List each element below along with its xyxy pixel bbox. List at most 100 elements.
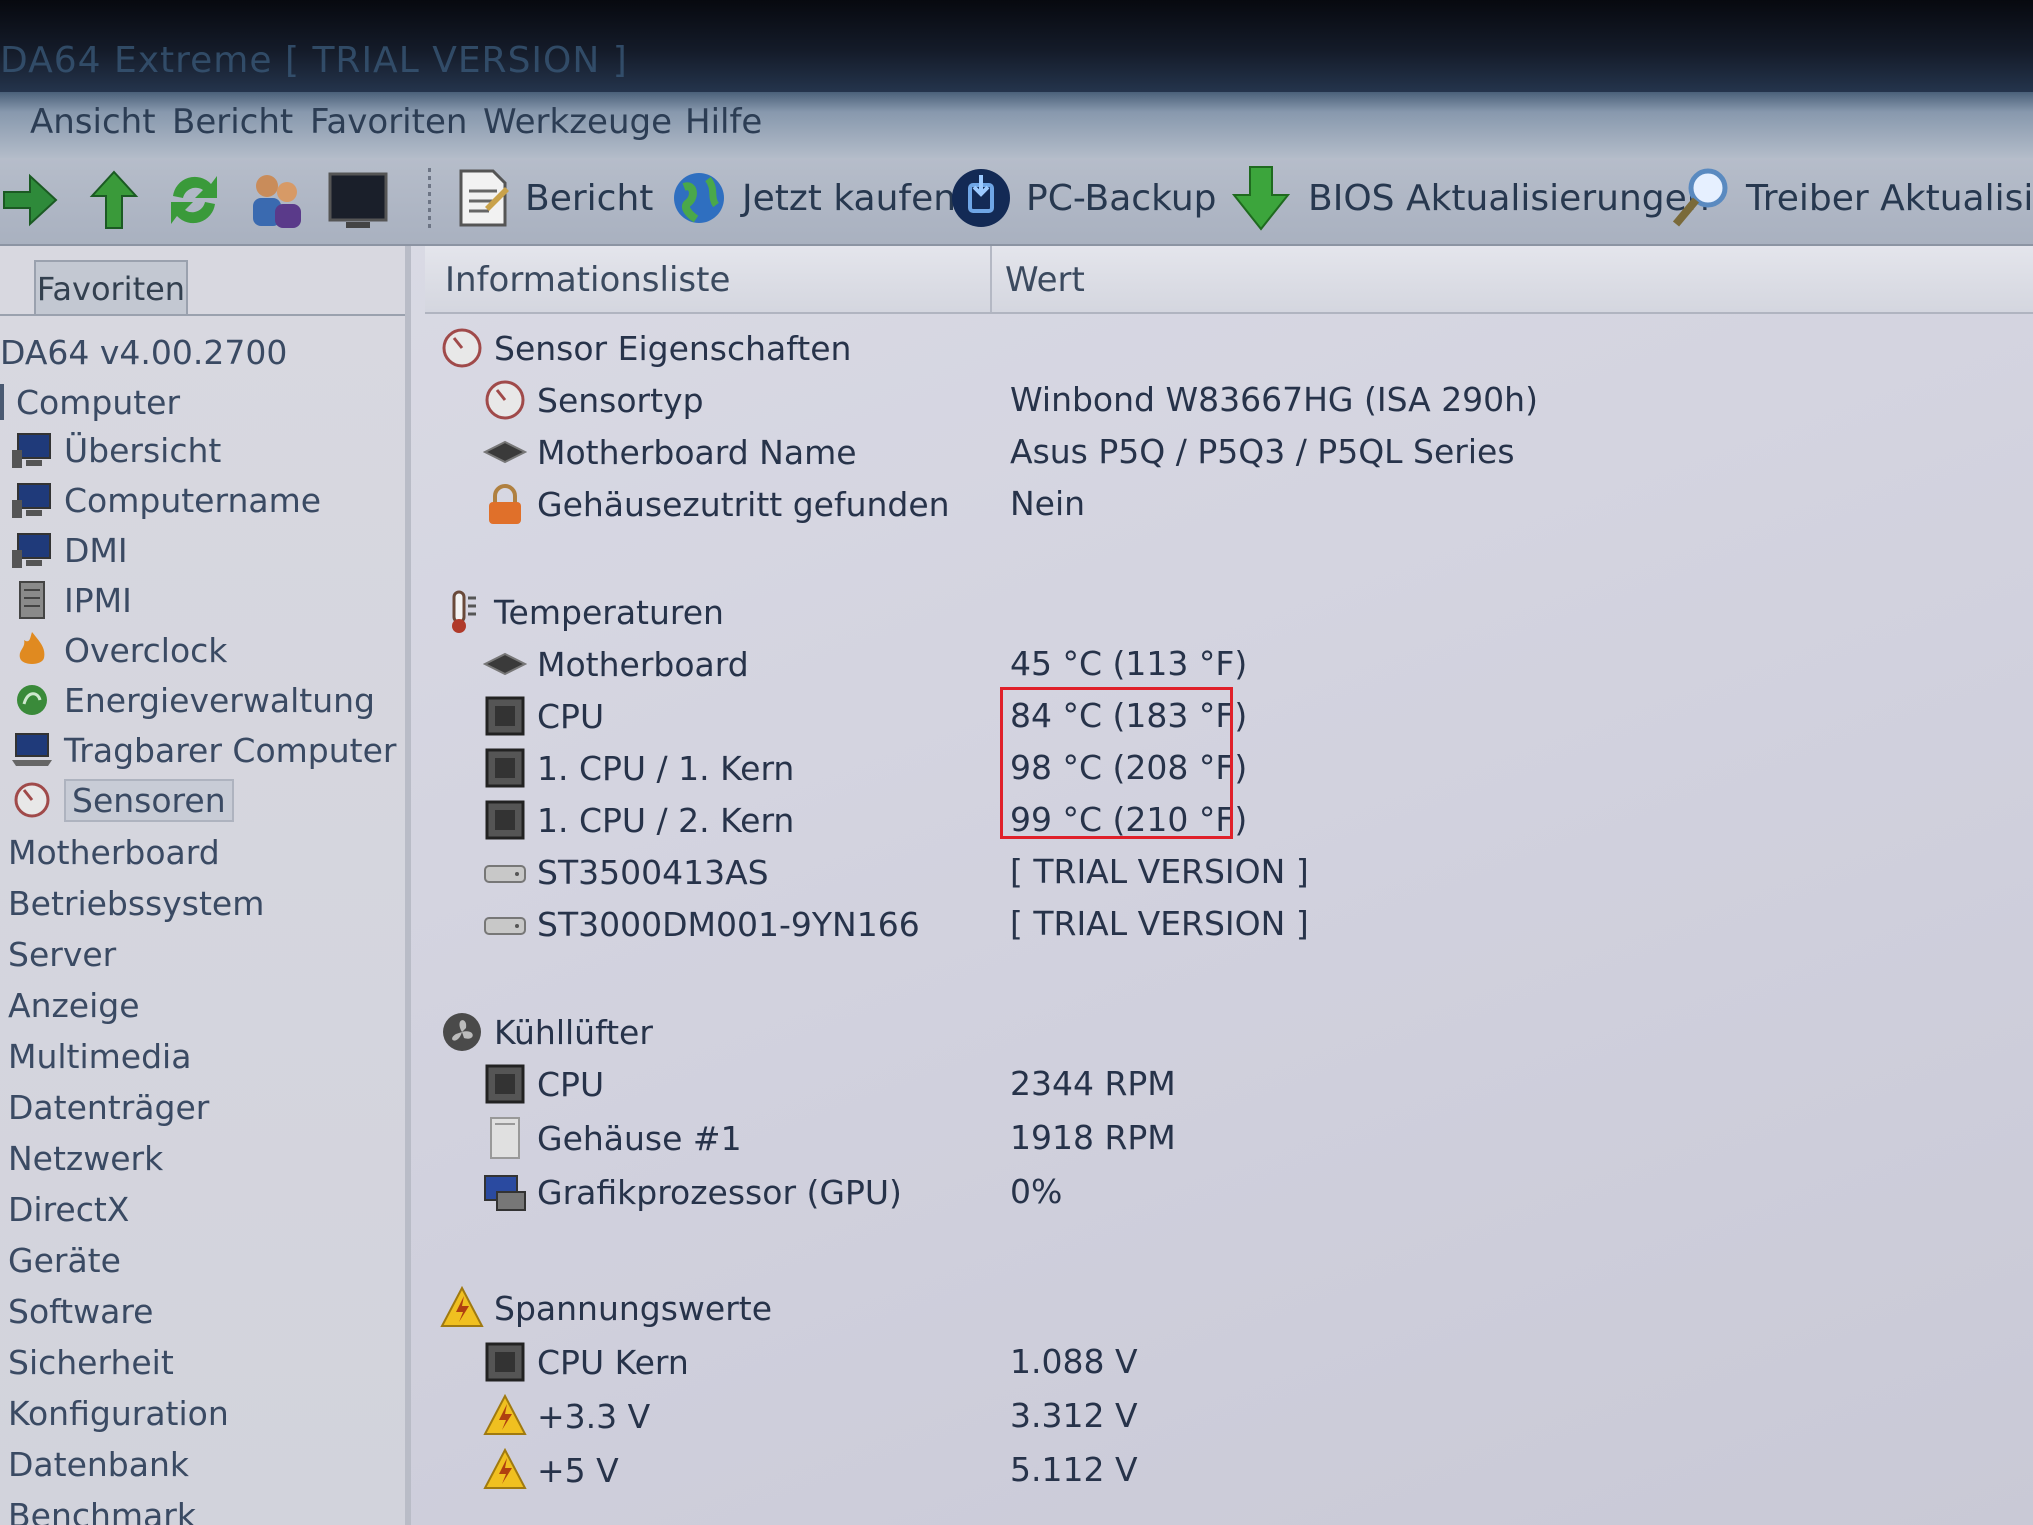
pc-backup-button[interactable]: PC-Backup [950,166,1217,230]
report-button[interactable]: Bericht [455,166,653,230]
section-temperatures[interactable]: Temperaturen [425,586,2033,638]
tree-item-netzwerk[interactable]: Netzwerk [8,1136,163,1180]
tree-item-datenbank[interactable]: Datenbank [8,1442,189,1486]
item-value: 1.088 V [1010,1342,1138,1381]
hard-drive-icon [484,865,526,883]
list-item[interactable]: Grafikprozessor (GPU) 0% [425,1166,2033,1218]
download-arrow-icon [1231,166,1291,231]
tree-item-label: Datenträger [8,1087,210,1127]
tree-item-uebersicht[interactable]: Übersicht [10,428,221,472]
list-item[interactable]: Motherboard 45 °C (113 °F) [425,638,2033,690]
section-sensor-props[interactable]: Sensor Eigenschaften [425,322,2033,374]
list-item[interactable]: CPU Kern 1.088 V [425,1336,2033,1388]
tree-item-dmi[interactable]: DMI [10,528,128,572]
section-title: Spannungswerte [494,1288,773,1328]
cpu-chip-icon [485,1342,525,1382]
motherboard-icon [483,652,527,676]
tree-item-label: Konfiguration [8,1393,229,1433]
list-item[interactable]: +3.3 V 3.312 V [425,1390,2033,1442]
computer-icon [12,433,51,468]
item-value: 3.312 V [1010,1396,1138,1435]
tree-item-computer[interactable]: Computer [0,380,180,424]
driver-update-button[interactable]: Treiber Aktualisierun [1668,166,2033,230]
window-title: DA64 Extreme [ TRIAL VERSION ] [0,40,628,81]
tree-item-label: Datenbank [8,1444,189,1484]
item-label: CPU [537,696,605,736]
buy-now-label: Jetzt kaufen [742,177,957,219]
list-item[interactable]: CPU 2344 RPM [425,1058,2033,1110]
tab-divider [0,314,405,316]
gpu-icon [484,1175,526,1211]
magnifier-icon [1672,168,1728,227]
section-title: Temperaturen [494,592,724,632]
tree-item-label: DMI [64,530,128,570]
tree-item-multimedia[interactable]: Multimedia [8,1034,191,1078]
tree-item-directx[interactable]: DirectX [8,1187,129,1231]
menu-hilfe[interactable]: Hilfe [685,102,762,142]
tree-item-anzeige[interactable]: Anzeige [8,983,140,1027]
item-label: +5 V [537,1450,619,1490]
tree-item-datentraeger[interactable]: Datenträger [8,1085,209,1129]
up-arrow-icon[interactable] [88,168,140,236]
tree-item-motherboard[interactable]: Motherboard [8,830,220,874]
list-item[interactable]: Sensortyp Winbond W83667HG (ISA 290h) [425,374,2033,426]
list-item[interactable]: Gehäusezutritt gefunden Nein [425,478,2033,530]
tree-item-tragbarer-computer[interactable]: Tragbarer Computer [10,728,396,772]
tree-line-icon [0,384,4,420]
computer-icon [12,483,51,518]
tree-item-label: Computer [16,382,181,422]
tree-item-label: Benchmark [8,1495,196,1525]
refresh-icon[interactable] [165,168,223,236]
tree-item-sicherheit[interactable]: Sicherheit [8,1340,174,1384]
monitor-icon[interactable] [326,168,390,236]
item-label: Grafikprozessor (GPU) [537,1172,902,1212]
forward-arrow-icon[interactable] [0,168,60,236]
list-item[interactable]: Gehäuse #1 1918 RPM [425,1112,2033,1164]
column-info[interactable]: Informationsliste [445,260,730,300]
tree-root-version[interactable]: DA64 v4.00.2700 [0,330,287,374]
tree-item-ipmi[interactable]: IPMI [10,578,132,622]
title-bar: DA64 Extreme [ TRIAL VERSION ] [0,0,2033,92]
item-label: ST3000DM001-9YN166 [537,904,920,944]
tree-item-label: Betriebssystem [8,883,265,923]
list-item[interactable]: +5 V 5.112 V [425,1444,2033,1496]
list-item[interactable]: ST3500413AS [ TRIAL VERSION ] [425,846,2033,898]
section-voltages[interactable]: Spannungswerte [425,1282,2033,1334]
menu-bericht[interactable]: Bericht [172,102,293,142]
tree-item-overclock[interactable]: Overclock [10,628,227,672]
power-icon [17,685,47,715]
column-value[interactable]: Wert [990,260,1085,300]
sidebar: Favoriten DA64 v4.00.2700 Computer Übers… [0,246,411,1525]
item-value: Asus P5Q / P5Q3 / P5QL Series [1010,432,1515,471]
tree-item-energieverwaltung[interactable]: Energieverwaltung [10,678,375,722]
list-item[interactable]: Motherboard Name Asus P5Q / P5Q3 / P5QL … [425,426,2033,478]
item-value: 1918 RPM [1010,1118,1176,1157]
users-icon[interactable] [245,168,307,236]
report-button-label: Bericht [525,177,654,219]
item-label: Sensortyp [537,380,704,420]
cpu-chip-icon [485,696,525,736]
tree-item-benchmark[interactable]: Benchmark [8,1493,196,1525]
buy-now-button[interactable]: Jetzt kaufen [670,166,956,230]
tree-item-betriebssystem[interactable]: Betriebssystem [8,881,264,925]
tree-item-geraete[interactable]: Geräte [8,1238,121,1282]
tree-item-konfiguration[interactable]: Konfiguration [8,1391,229,1435]
item-label: ST3500413AS [537,852,769,892]
menu-ansicht[interactable]: Ansicht [30,102,156,142]
bios-update-button[interactable]: BIOS Aktualisierungen [1228,166,1710,231]
tree-item-label: Overclock [64,630,228,670]
item-value: Winbond W83667HG (ISA 290h) [1010,380,1538,419]
tree-item-label: Multimedia [8,1036,192,1076]
hard-drive-icon [484,917,526,935]
tree-item-software[interactable]: Software [8,1289,153,1333]
tab-favoriten[interactable]: Favoriten [34,260,188,316]
laptop-icon [12,733,52,766]
tree-item-server[interactable]: Server [8,932,116,976]
section-fans[interactable]: Kühllüfter [425,1006,2033,1058]
menu-bar: Ansicht Bericht Favoriten Werkzeuge Hilf… [0,92,2033,158]
menu-favoriten[interactable]: Favoriten [310,102,467,142]
list-item[interactable]: ST3000DM001-9YN166 [ TRIAL VERSION ] [425,898,2033,950]
tree-item-computername[interactable]: Computername [10,478,321,522]
menu-werkzeuge[interactable]: Werkzeuge [483,102,672,142]
tree-item-sensoren[interactable]: Sensoren [10,778,234,822]
